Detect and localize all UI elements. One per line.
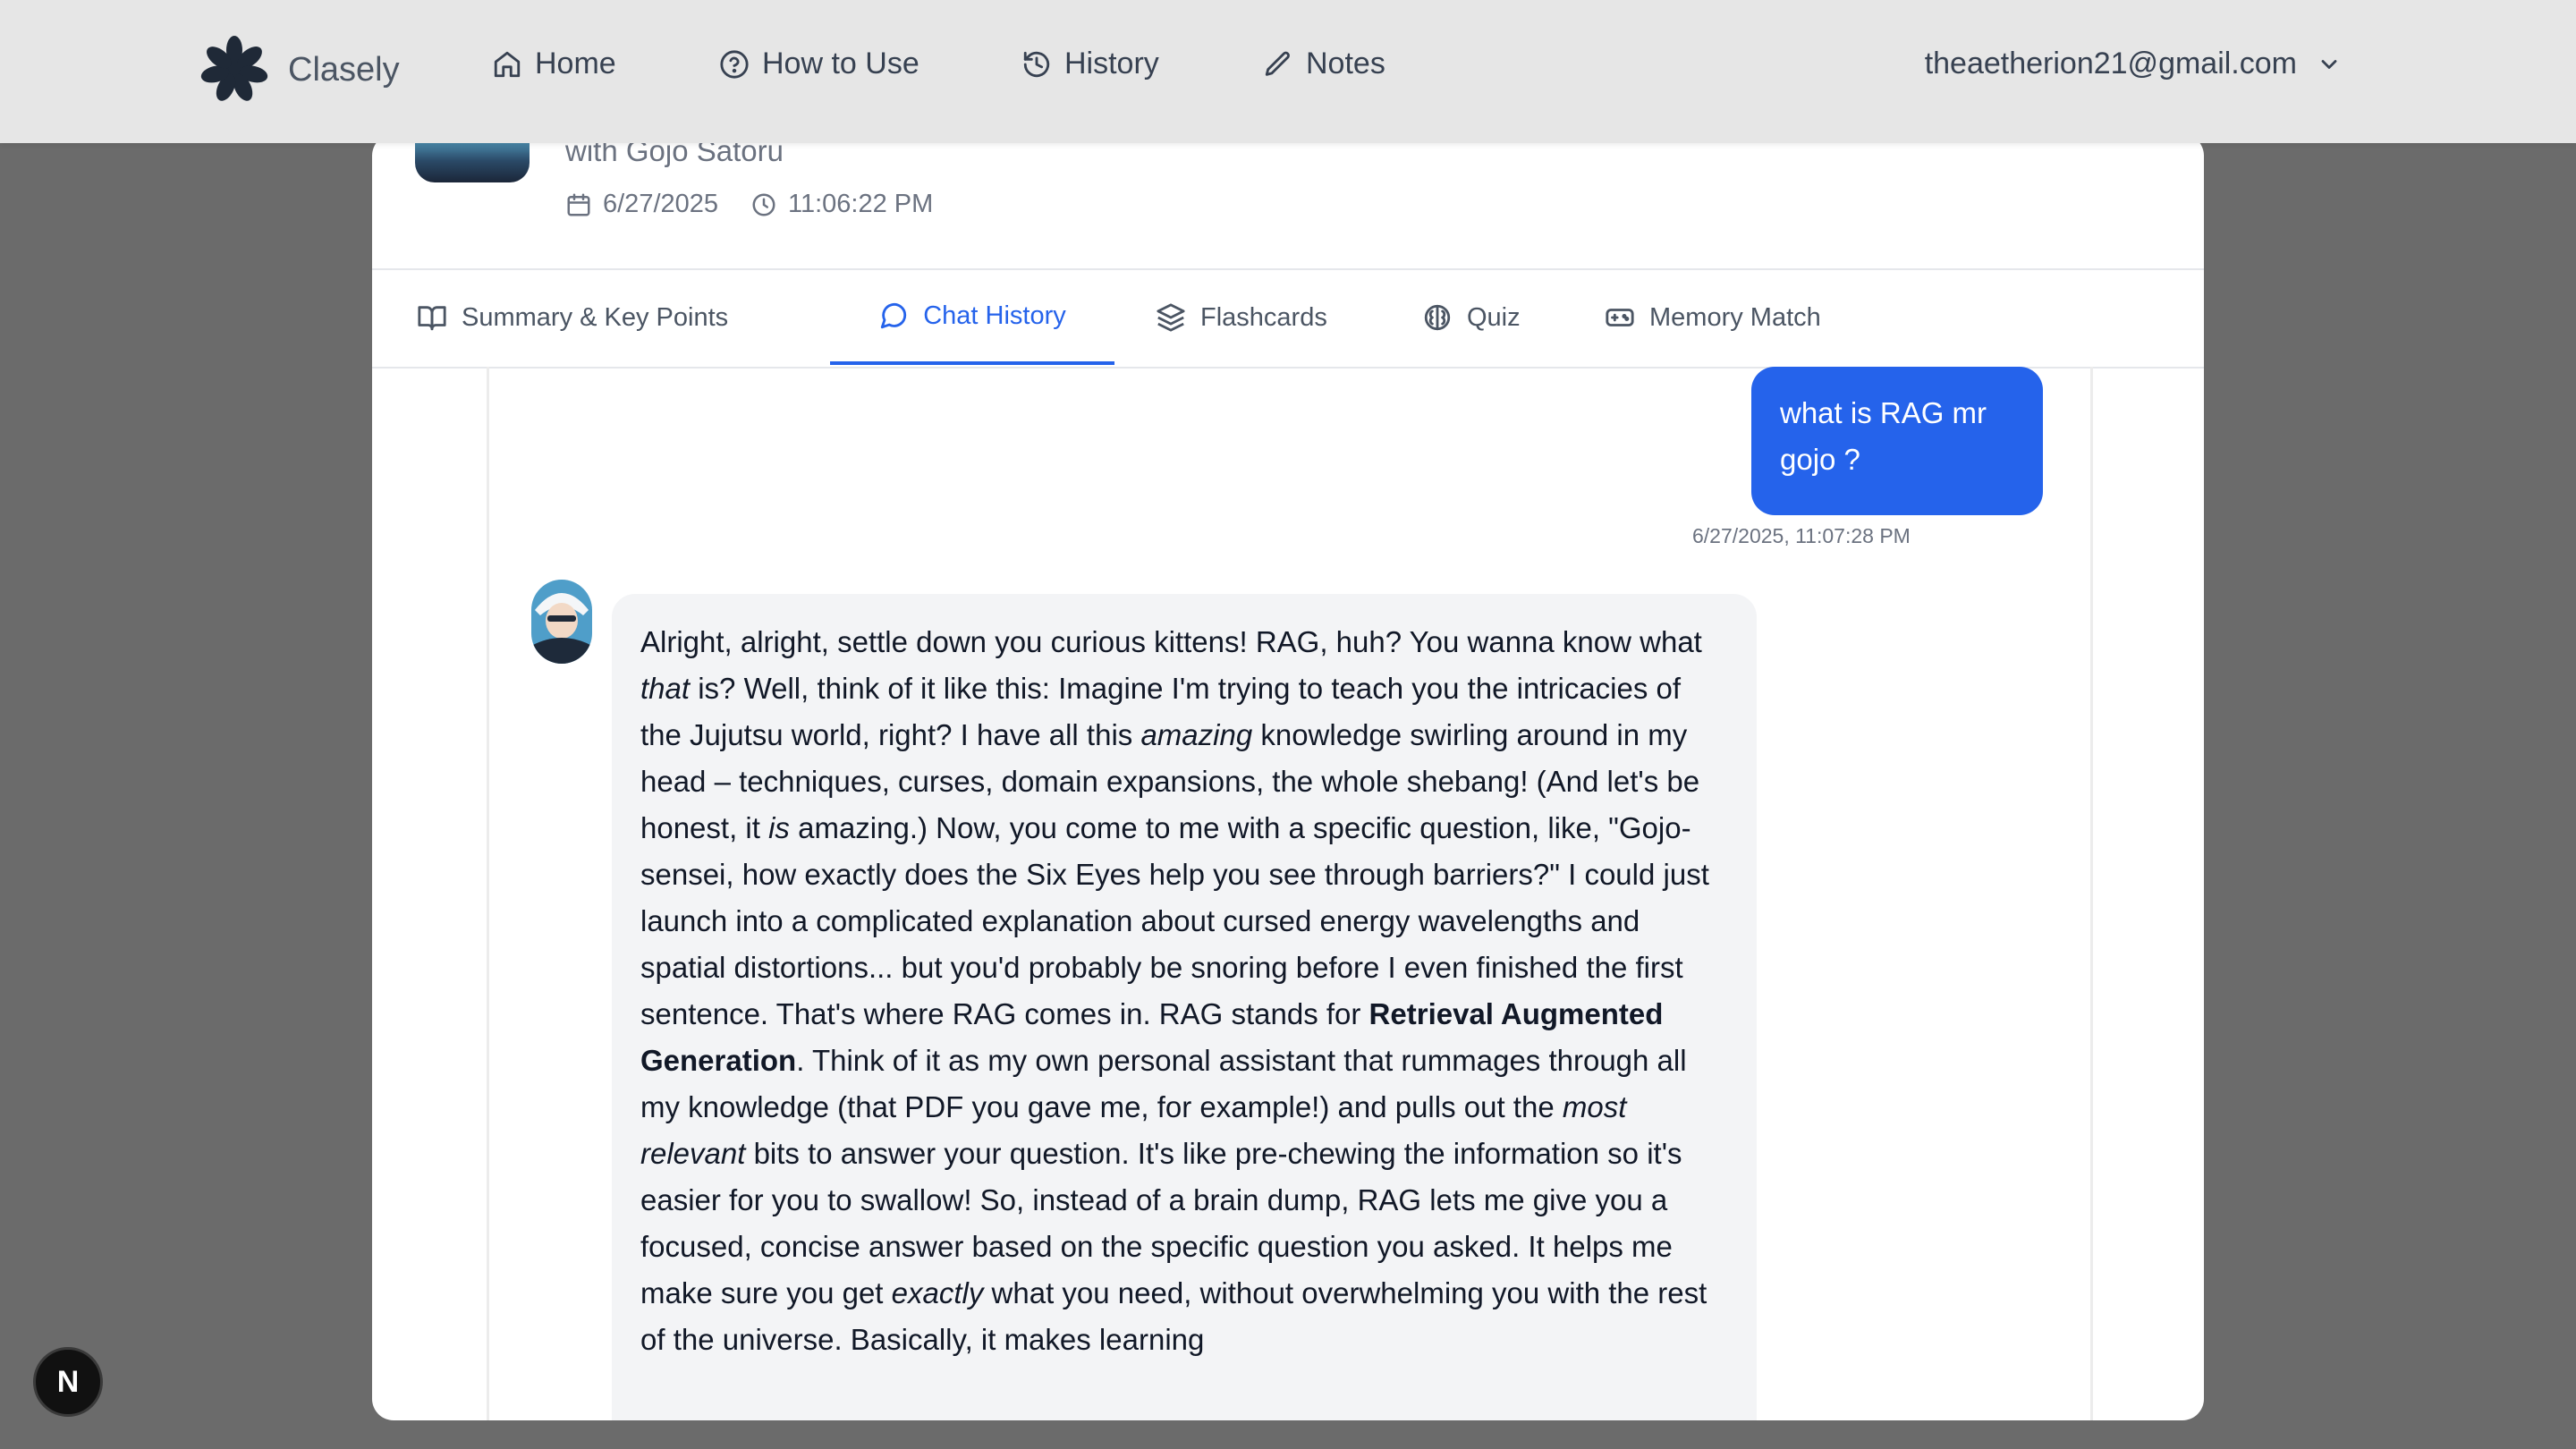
session-date-text: 6/27/2025 <box>603 190 719 218</box>
bot-message-bubble: Alright, alright, settle down you curiou… <box>612 594 1757 1420</box>
bot-message-segment: amazing <box>1140 718 1253 751</box>
tab-quiz[interactable]: Quiz <box>1422 270 1521 365</box>
tab-flashcards-label: Flashcards <box>1200 302 1327 332</box>
history-icon <box>1023 51 1050 77</box>
home-icon <box>494 51 521 77</box>
gamepad-icon <box>1606 309 1634 326</box>
tab-chat-history-label: Chat History <box>923 301 1066 330</box>
bot-avatar <box>531 580 592 664</box>
nav-how-to-use[interactable]: How to Use <box>719 47 919 81</box>
tab-summary[interactable]: Summary & Key Points <box>417 270 728 365</box>
chat-bubble-icon <box>881 303 907 329</box>
session-date: 6/27/2025 <box>565 190 718 219</box>
nav-how-to-use-label: How to Use <box>762 47 919 80</box>
nav-notes-label: Notes <box>1306 47 1385 80</box>
tab-memory-match[interactable]: Memory Match <box>1605 270 1821 365</box>
calendar-icon <box>567 193 590 216</box>
user-message-bubble: what is RAG mr gojo ? <box>1751 367 2043 515</box>
tab-memory-match-label: Memory Match <box>1649 302 1821 332</box>
layers-icon <box>1157 303 1185 332</box>
nav-home-label: Home <box>535 47 616 80</box>
clock-icon <box>752 193 775 216</box>
bot-message-segment: Alright, alright, settle down you curiou… <box>640 625 1702 658</box>
chevron-down-icon <box>2321 59 2337 69</box>
tab-flashcards[interactable]: Flashcards <box>1156 270 1327 365</box>
session-modal: with Gojo Satoru 6/27/2025 11:06:22 PM S… <box>372 134 2204 1420</box>
pen-icon <box>1265 51 1290 76</box>
help-circle-icon <box>720 49 749 79</box>
session-time: 11:06:22 PM <box>750 190 933 219</box>
tab-bar: Summary & Key Points Chat History Flashc… <box>372 268 2204 369</box>
session-time-text: 11:06:22 PM <box>788 190 934 218</box>
gojo-avatar-icon <box>531 580 592 664</box>
user-menu[interactable]: theaetherion21@gmail.com <box>1925 47 2342 81</box>
bot-message-segment: is <box>768 811 790 844</box>
user-message-timestamp: 6/27/2025, 11:07:28 PM <box>1692 524 1911 547</box>
tab-summary-label: Summary & Key Points <box>462 302 729 332</box>
nav-history-label: History <box>1064 47 1159 80</box>
bot-message-segment: . Think of it as my own personal assista… <box>640 1044 1687 1123</box>
tab-quiz-label: Quiz <box>1467 302 1521 332</box>
nav-notes[interactable]: Notes <box>1263 47 1385 81</box>
nav-home[interactable]: Home <box>492 47 616 81</box>
brand[interactable]: Clasely <box>199 34 400 106</box>
top-navigation: Clasely Home How to Use History Notes th… <box>0 0 2576 143</box>
bot-message-segment: that <box>640 672 691 705</box>
tab-chat-history[interactable]: Chat History <box>830 270 1114 365</box>
bot-message-segment: exactly <box>891 1276 984 1309</box>
brand-logo-icon <box>200 36 268 101</box>
book-icon <box>418 306 446 331</box>
session-header: with Gojo Satoru 6/27/2025 11:06:22 PM <box>372 134 2204 268</box>
next-badge[interactable]: N <box>33 1347 103 1417</box>
brain-icon <box>1424 304 1451 331</box>
session-meta: 6/27/2025 11:06:22 PM <box>565 190 933 219</box>
nav-history[interactable]: History <box>1021 47 1159 81</box>
brand-name: Clasely <box>288 50 400 89</box>
user-email: theaetherion21@gmail.com <box>1924 47 2297 80</box>
